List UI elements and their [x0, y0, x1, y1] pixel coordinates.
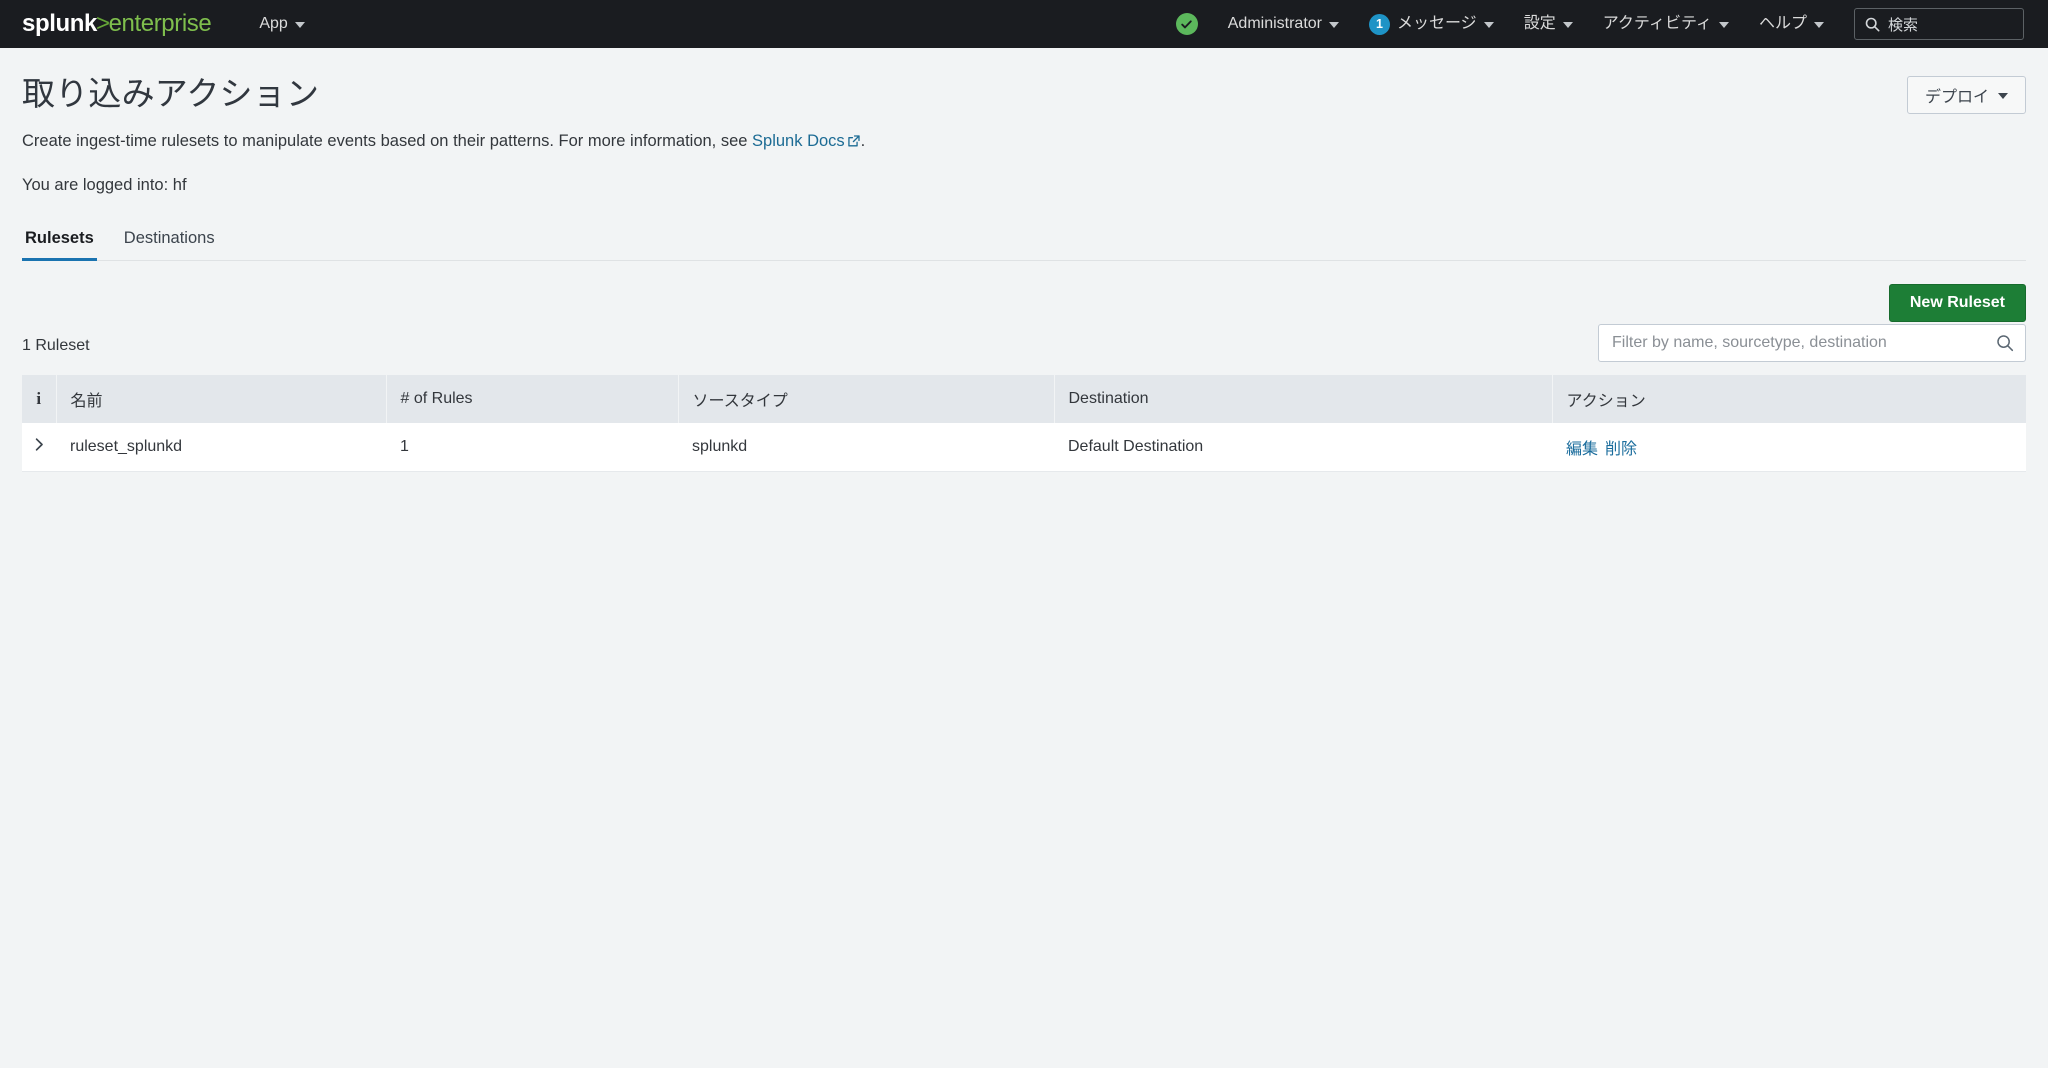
global-search-input[interactable]: 検索 — [1854, 8, 2024, 40]
cell-destination: Default Destination — [1054, 422, 1552, 472]
chevron-down-icon — [1329, 22, 1339, 28]
app-menu[interactable]: App — [259, 15, 305, 32]
message-count-badge: 1 — [1369, 13, 1390, 35]
filter-input-placeholder: Filter by name, sourcetype, destination — [1612, 333, 1887, 351]
rulesets-table-container: i 名前 # of Rules ソースタイプ Destination アクション — [22, 374, 2026, 472]
delete-link[interactable]: 削除 — [1605, 441, 1637, 458]
health-check-circle-icon[interactable] — [1175, 13, 1198, 35]
tab-rulesets[interactable]: Rulesets — [22, 228, 109, 261]
chevron-right-icon[interactable] — [33, 437, 46, 452]
cell-sourcetype: splunkd — [678, 422, 1054, 472]
edit-link[interactable]: 編集 — [1566, 441, 1598, 458]
chevron-down-icon — [294, 22, 305, 28]
user-menu[interactable]: Administrator — [1228, 16, 1339, 32]
column-header-name[interactable]: 名前 — [56, 374, 387, 423]
page-description: Create ingest-time rulesets to manipulat… — [22, 130, 1907, 155]
rulesets-table: i 名前 # of Rules ソースタイプ Destination アクション — [22, 374, 2026, 472]
page-description-text: Create ingest-time rulesets to manipulat… — [22, 131, 753, 150]
chevron-down-icon — [1718, 22, 1729, 28]
table-header: i 名前 # of Rules ソースタイプ Destination アクション — [22, 374, 2026, 423]
settings-menu[interactable]: 設定 — [1524, 16, 1573, 32]
page-description-suffix: . — [860, 131, 866, 150]
external-link-icon — [847, 132, 861, 155]
tab-rulesets-label: Rulesets — [25, 228, 94, 247]
page-title-block: 取り込みアクション Create ingest-time rulesets to… — [22, 72, 1907, 197]
chevron-down-icon — [1998, 93, 2008, 99]
splunk-enterprise-logo[interactable]: splunk > enterprise — [22, 10, 212, 37]
tab-destinations-label: Destinations — [123, 228, 215, 247]
column-header-rules-count[interactable]: # of Rules — [386, 374, 679, 423]
column-header-actions: アクション — [1552, 374, 2026, 423]
cell-actions: 編集 削除 — [1552, 422, 2026, 472]
table-controls: New Ruleset 1 Ruleset Filter by name, so… — [22, 261, 2026, 362]
page-content: 取り込みアクション Create ingest-time rulesets to… — [0, 48, 2048, 472]
activity-menu-label: アクティビティ — [1602, 15, 1712, 32]
new-ruleset-button-label: New Ruleset — [1909, 293, 2005, 311]
page-header: 取り込みアクション Create ingest-time rulesets to… — [22, 48, 2026, 197]
tab-bar: Rulesets Destinations — [22, 229, 2026, 261]
column-header-info: i — [22, 374, 57, 423]
activity-menu[interactable]: アクティビティ — [1603, 16, 1729, 32]
help-menu-label: ヘルプ — [1758, 15, 1807, 32]
info-icon: i — [36, 388, 42, 408]
table-body: ruleset_splunkd 1 splunkd Default Destin… — [22, 422, 2026, 472]
table-header-row: i 名前 # of Rules ソースタイプ Destination アクション — [22, 374, 2026, 423]
settings-menu-label: 設定 — [1523, 15, 1556, 32]
help-menu[interactable]: ヘルプ — [1759, 16, 1824, 32]
splunk-docs-link[interactable]: Splunk Docs — [752, 132, 845, 150]
cell-name: ruleset_splunkd — [56, 422, 386, 472]
chevron-down-icon — [1562, 22, 1573, 28]
deploy-button[interactable]: デプロイ — [1906, 76, 2026, 114]
logo-primary-text: splunk — [22, 10, 97, 37]
splunk-docs-link-label: Splunk Docs — [752, 131, 845, 150]
search-icon — [1997, 334, 2014, 351]
global-search-label: 検索 — [1888, 16, 1919, 34]
app-menu-label: App — [259, 15, 288, 32]
global-navigation-bar: splunk > enterprise App Administrator 1 メッ… — [0, 0, 2048, 48]
cell-rules-count: 1 — [386, 422, 678, 472]
chevron-down-icon — [1814, 22, 1824, 28]
global-nav-right-group: Administrator 1 メッセージ 設定 アクティビティ ヘルプ 検索 — [1175, 8, 2024, 40]
column-header-sourcetype[interactable]: ソースタイプ — [678, 374, 1055, 423]
logo-secondary-text: enterprise — [108, 10, 212, 37]
deploy-button-label: デプロイ — [1924, 89, 1989, 106]
column-header-destination[interactable]: Destination — [1054, 374, 1553, 423]
tab-destinations[interactable]: Destinations — [109, 229, 230, 260]
messages-menu[interactable]: 1 メッセージ — [1369, 13, 1494, 35]
logged-into-text: You are logged into: hf — [22, 175, 187, 194]
ruleset-count-label: 1 Ruleset — [22, 336, 90, 354]
search-icon — [1865, 17, 1880, 31]
messages-menu-label: メッセージ — [1397, 15, 1477, 32]
page-title: 取り込みアクション — [22, 75, 320, 112]
logo-separator: > — [95, 10, 110, 37]
table-row[interactable]: ruleset_splunkd 1 splunkd Default Destin… — [22, 422, 2026, 472]
user-menu-label: Administrator — [1227, 15, 1322, 32]
row-expander-cell — [22, 422, 56, 472]
filter-input[interactable]: Filter by name, sourcetype, destination — [1598, 323, 2026, 362]
chevron-down-icon — [1483, 22, 1494, 28]
new-ruleset-button[interactable]: New Ruleset — [1888, 283, 2026, 322]
